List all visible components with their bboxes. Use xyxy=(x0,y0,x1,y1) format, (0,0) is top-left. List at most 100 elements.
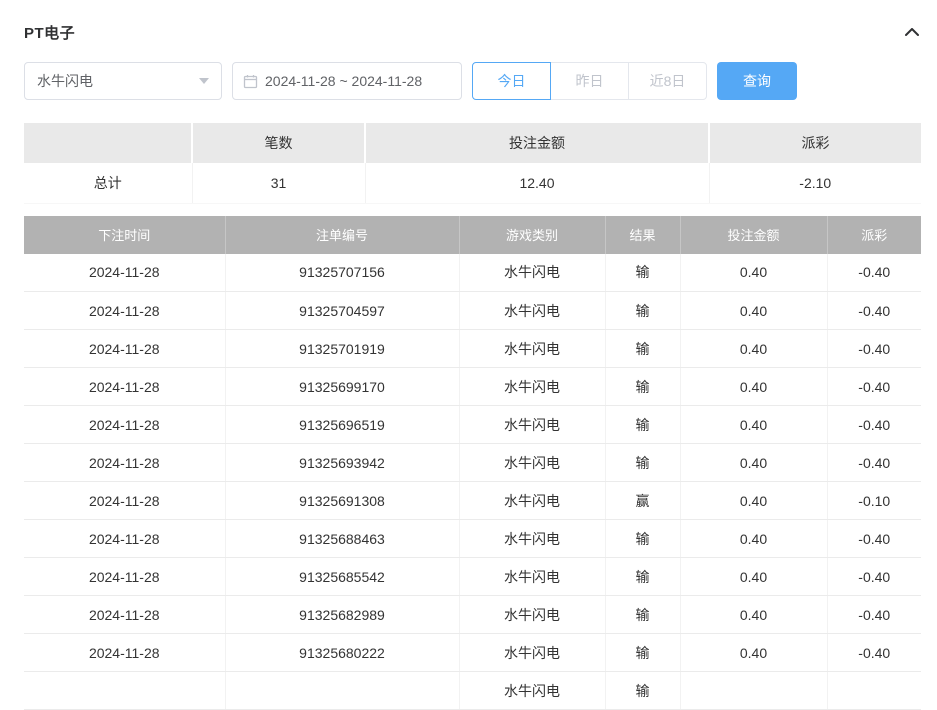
table-row: 2024-11-2891325680222水牛闪电输0.40-0.40 xyxy=(24,634,921,672)
calendar-icon xyxy=(243,74,258,89)
bet-time-cell: 2024-11-28 xyxy=(24,444,225,482)
game-type-cell: 水牛闪电 xyxy=(459,406,605,444)
bet-amount-cell: 0.40 xyxy=(680,482,827,520)
table-row: 2024-11-2891325701919水牛闪电输0.40-0.40 xyxy=(24,330,921,368)
summary-table: 笔数 投注金额 派彩 总计 31 12.40 -2.10 xyxy=(24,123,921,204)
bet-amount-cell: 0.40 xyxy=(680,330,827,368)
date-range-input[interactable]: 2024-11-28 ~ 2024-11-28 xyxy=(232,62,462,100)
order-id-cell: 91325685542 xyxy=(225,558,459,596)
bet-amount-cell: 0.40 xyxy=(680,406,827,444)
bet-amount-cell: 0.40 xyxy=(680,520,827,558)
result-cell: 输 xyxy=(605,368,680,406)
chevron-up-icon xyxy=(905,28,919,36)
payout-cell: -0.40 xyxy=(827,254,921,292)
chevron-down-icon xyxy=(199,78,209,84)
bet-time-cell: 2024-11-28 xyxy=(24,406,225,444)
summary-total-row: 总计 31 12.40 -2.10 xyxy=(24,163,921,203)
collapse-panel-button[interactable] xyxy=(903,26,921,38)
order-id-cell: 91325680222 xyxy=(225,634,459,672)
result-cell: 输 xyxy=(605,254,680,292)
order-id-cell xyxy=(225,672,459,710)
bet-amount-cell: 0.40 xyxy=(680,444,827,482)
bet-amount-cell: 0.40 xyxy=(680,254,827,292)
payout-cell: -0.40 xyxy=(827,368,921,406)
column-header-order-id: 注单编号 xyxy=(225,216,459,254)
game-type-cell: 水牛闪电 xyxy=(459,330,605,368)
result-cell: 输 xyxy=(605,634,680,672)
game-type-cell: 水牛闪电 xyxy=(459,482,605,520)
column-header-bet-time: 下注时间 xyxy=(24,216,225,254)
result-cell: 赢 xyxy=(605,482,680,520)
bet-amount-cell: 0.40 xyxy=(680,292,827,330)
result-cell: 输 xyxy=(605,330,680,368)
order-id-cell: 91325696519 xyxy=(225,406,459,444)
quick-range-yesterday-button[interactable]: 昨日 xyxy=(550,62,629,100)
panel-title: PT电子 xyxy=(24,22,75,43)
column-header-result: 结果 xyxy=(605,216,680,254)
game-type-cell: 水牛闪电 xyxy=(459,292,605,330)
payout-cell: -0.10 xyxy=(827,482,921,520)
panel-header: PT电子 xyxy=(24,22,921,42)
quick-range-8days-button[interactable]: 近8日 xyxy=(628,62,707,100)
bet-time-cell: 2024-11-28 xyxy=(24,520,225,558)
table-row: 2024-11-2891325685542水牛闪电输0.40-0.40 xyxy=(24,558,921,596)
bet-amount-cell xyxy=(680,672,827,710)
payout-cell: -0.40 xyxy=(827,520,921,558)
quick-range-today-button[interactable]: 今日 xyxy=(472,62,551,100)
search-button[interactable]: 查询 xyxy=(717,62,797,100)
game-select-value: 水牛闪电 xyxy=(37,71,93,91)
table-row: 2024-11-2891325688463水牛闪电输0.40-0.40 xyxy=(24,520,921,558)
summary-header-payout: 派彩 xyxy=(709,123,921,163)
payout-cell: -0.40 xyxy=(827,292,921,330)
table-row: 2024-11-2891325707156水牛闪电输0.40-0.40 xyxy=(24,254,921,292)
bet-time-cell: 2024-11-28 xyxy=(24,634,225,672)
order-id-cell: 91325704597 xyxy=(225,292,459,330)
result-cell: 输 xyxy=(605,406,680,444)
table-row: 2024-11-2891325693942水牛闪电输0.40-0.40 xyxy=(24,444,921,482)
date-range-value: 2024-11-28 ~ 2024-11-28 xyxy=(265,73,422,89)
payout-cell: -0.40 xyxy=(827,406,921,444)
table-row: 2024-11-2891325704597水牛闪电输0.40-0.40 xyxy=(24,292,921,330)
bet-time-cell: 2024-11-28 xyxy=(24,482,225,520)
summary-payout-value: -2.10 xyxy=(709,163,921,203)
order-id-cell: 91325701919 xyxy=(225,330,459,368)
game-type-cell: 水牛闪电 xyxy=(459,634,605,672)
pt-games-panel: PT电子 水牛闪电 2024-11-28 ~ 2024-11-28 xyxy=(24,0,921,710)
result-cell: 输 xyxy=(605,292,680,330)
payout-cell: -0.40 xyxy=(827,444,921,482)
bet-amount-cell: 0.40 xyxy=(680,368,827,406)
game-type-cell: 水牛闪电 xyxy=(459,254,605,292)
game-type-cell: 水牛闪电 xyxy=(459,672,605,710)
column-header-bet-amount: 投注金额 xyxy=(680,216,827,254)
order-id-cell: 91325691308 xyxy=(225,482,459,520)
result-cell: 输 xyxy=(605,558,680,596)
summary-total-label: 总计 xyxy=(24,163,192,203)
bet-time-cell: 2024-11-28 xyxy=(24,254,225,292)
bet-time-cell: 2024-11-28 xyxy=(24,596,225,634)
result-cell: 输 xyxy=(605,596,680,634)
table-row: 2024-11-2891325696519水牛闪电输0.40-0.40 xyxy=(24,406,921,444)
bet-time-cell: 2024-11-28 xyxy=(24,368,225,406)
result-cell: 输 xyxy=(605,444,680,482)
summary-bet-amount-value: 12.40 xyxy=(365,163,709,203)
bet-amount-cell: 0.40 xyxy=(680,596,827,634)
filter-bar: 水牛闪电 2024-11-28 ~ 2024-11-28 今日 昨日 近8日 查… xyxy=(24,62,921,100)
table-row: 2024-11-2891325682989水牛闪电输0.40-0.40 xyxy=(24,596,921,634)
order-id-cell: 91325682989 xyxy=(225,596,459,634)
table-row: 2024-11-2891325699170水牛闪电输0.40-0.40 xyxy=(24,368,921,406)
payout-cell: -0.40 xyxy=(827,634,921,672)
bet-table-body: 2024-11-2891325707156水牛闪电输0.40-0.402024-… xyxy=(24,254,921,710)
order-id-cell: 91325699170 xyxy=(225,368,459,406)
records-header-row: 下注时间 注单编号 游戏类别 结果 投注金额 派彩 xyxy=(24,216,921,254)
bet-time-cell xyxy=(24,672,225,710)
bet-time-cell: 2024-11-28 xyxy=(24,330,225,368)
game-select[interactable]: 水牛闪电 xyxy=(24,62,222,100)
game-type-cell: 水牛闪电 xyxy=(459,444,605,482)
order-id-cell: 91325693942 xyxy=(225,444,459,482)
payout-cell xyxy=(827,672,921,710)
summary-count-value: 31 xyxy=(192,163,365,203)
order-id-cell: 91325688463 xyxy=(225,520,459,558)
summary-header-count: 笔数 xyxy=(192,123,365,163)
quick-range-group: 今日 昨日 近8日 xyxy=(472,62,707,100)
bet-amount-cell: 0.40 xyxy=(680,558,827,596)
